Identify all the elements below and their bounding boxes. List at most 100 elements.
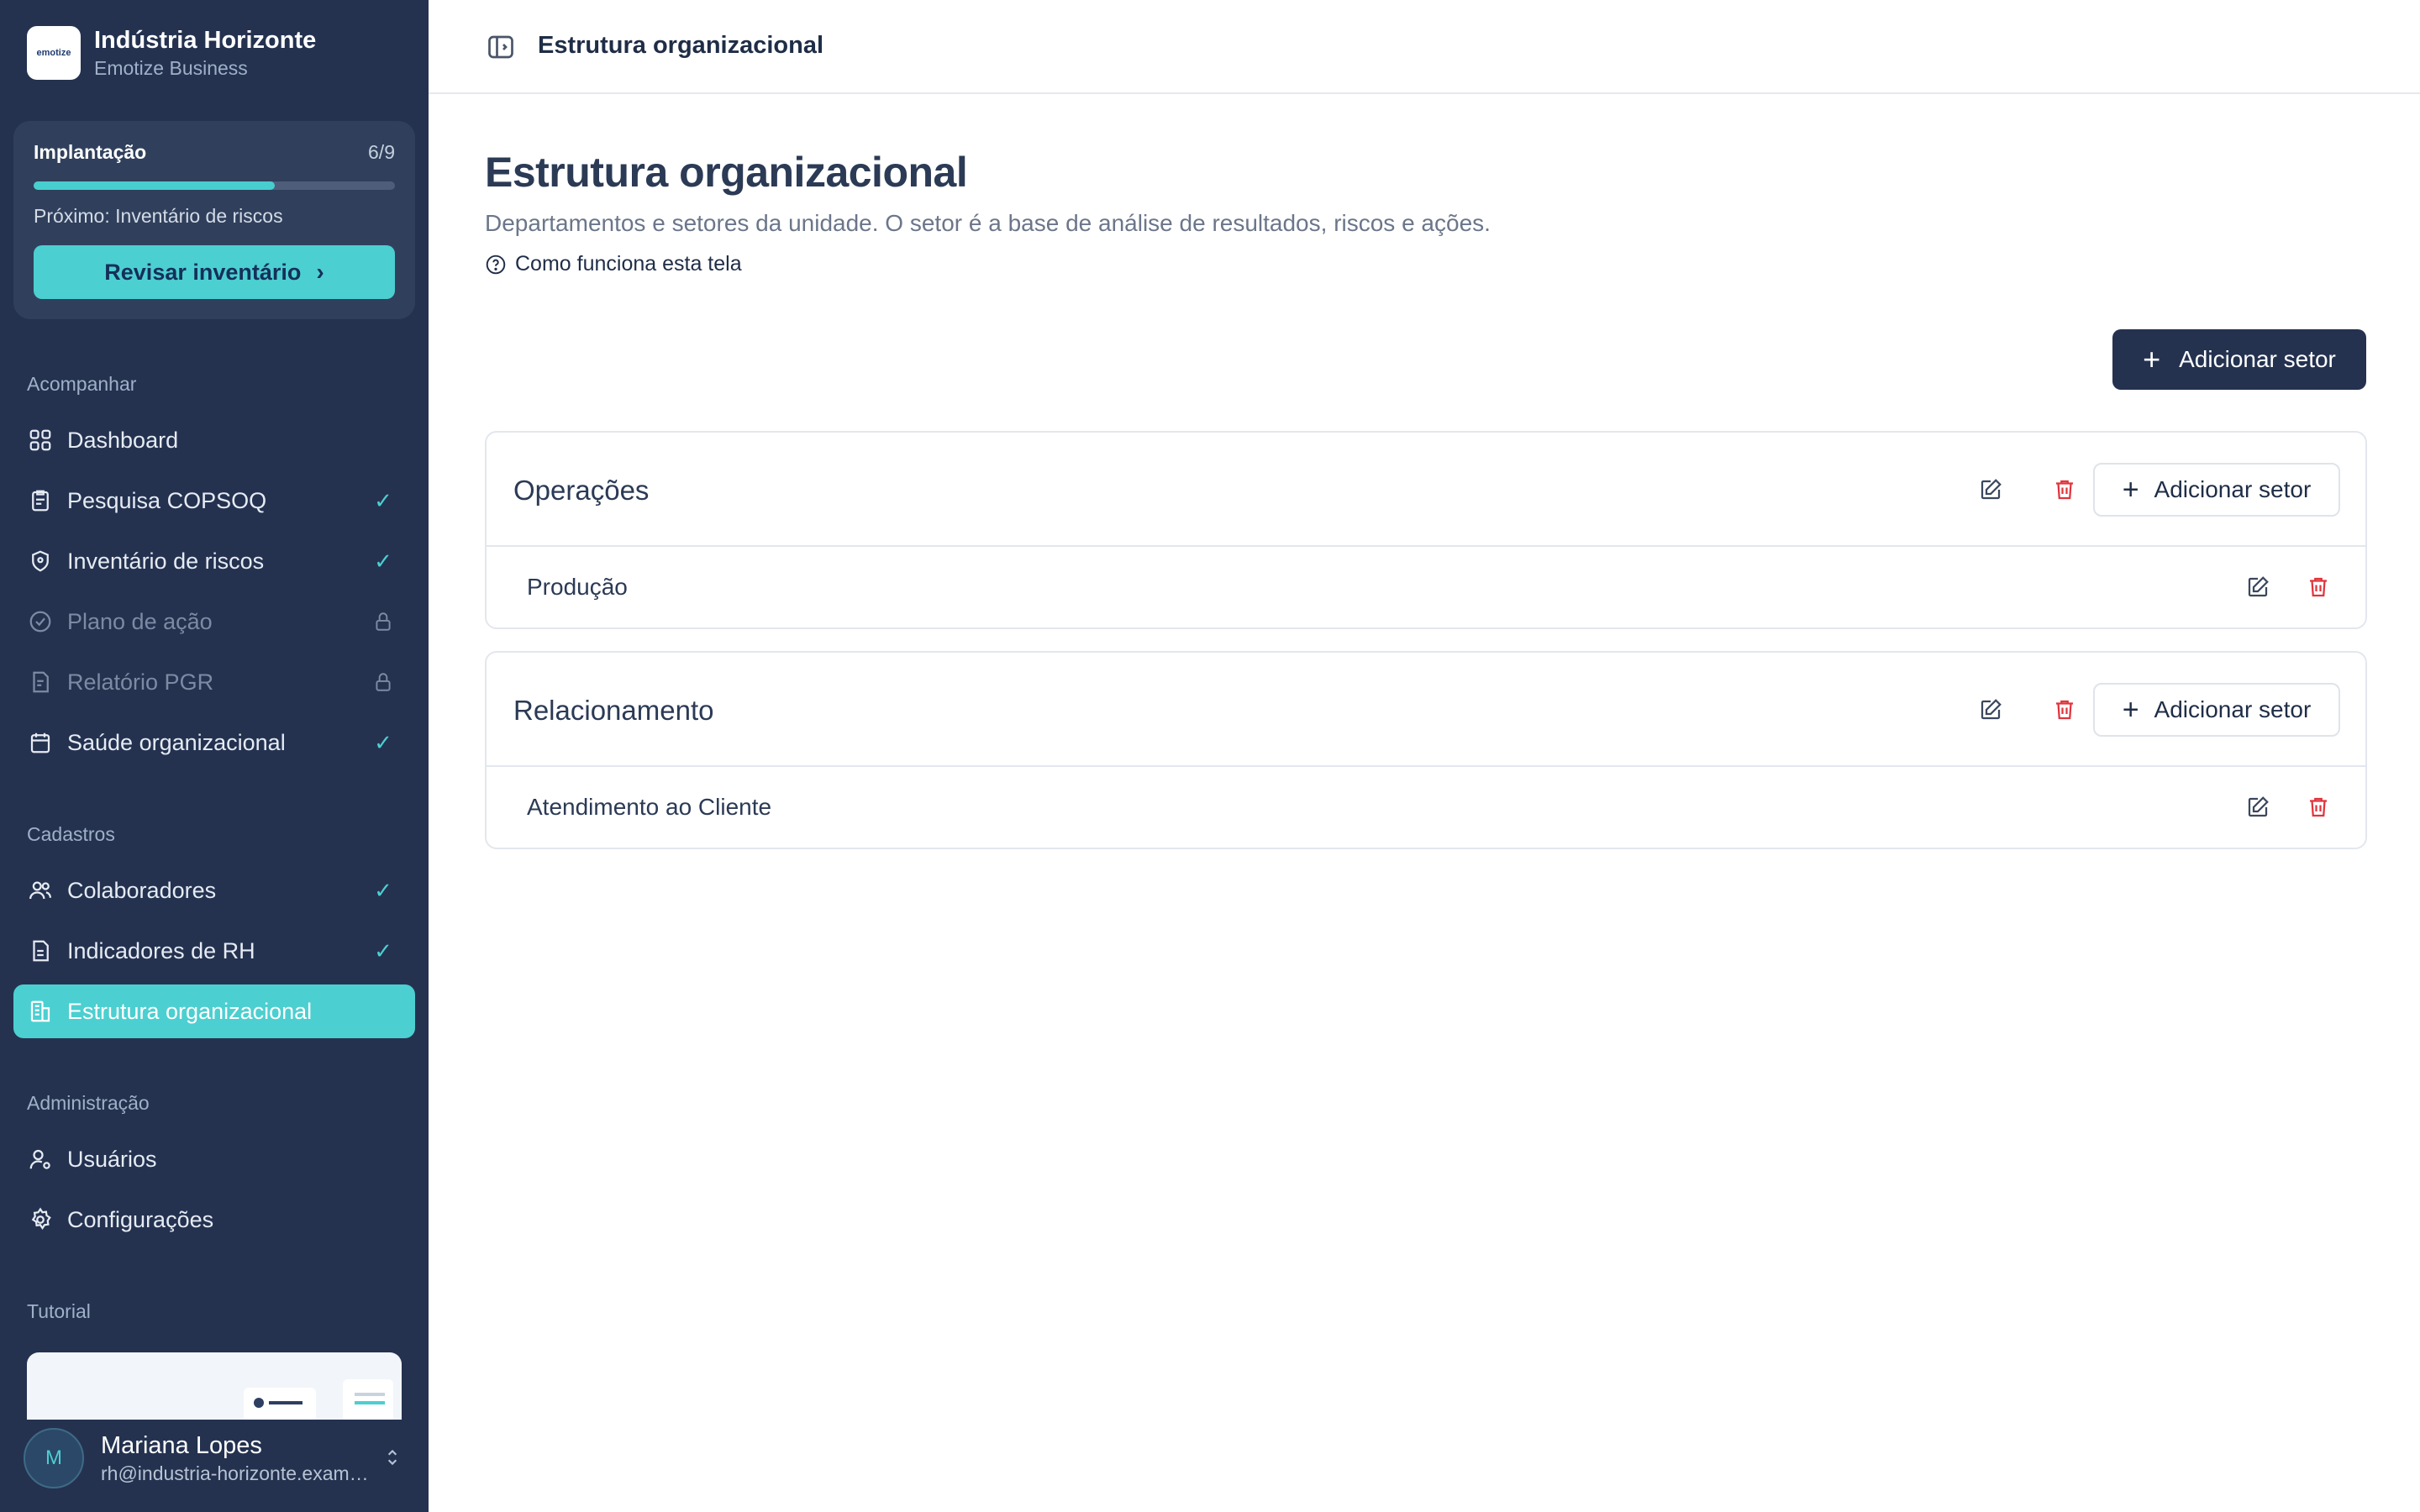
add-sector-label: Adicionar setor <box>2179 346 2336 372</box>
tutorial-thumbnail[interactable] <box>27 1352 402 1420</box>
plus-icon: + <box>2143 342 2161 376</box>
sidebar-item-label: Plano de ação <box>67 608 213 634</box>
sidebar-item-dashboard[interactable]: Dashboard <box>13 413 415 467</box>
implantacao-title: Implantação <box>34 141 147 163</box>
avatar: M <box>24 1428 84 1488</box>
check-icon: ✓ <box>374 487 392 513</box>
add-sector-label: Adicionar setor <box>2154 476 2312 502</box>
trash-icon[interactable] <box>2302 790 2335 824</box>
sidebar-item-label: Usuários <box>67 1146 157 1172</box>
sidebar-item-plano-acao[interactable]: Plano de ação <box>13 595 415 648</box>
shield-icon <box>27 548 54 575</box>
add-sector-button[interactable]: + Adicionar setor <box>2112 329 2366 390</box>
sidebar-item-label: Saúde organizacional <box>67 729 286 755</box>
topbar: Estrutura organizacional <box>429 0 2420 94</box>
clipboard-icon <box>27 487 54 514</box>
brand-logo-text: emotize <box>36 48 71 58</box>
page-description: Departamentos e setores da unidade. O se… <box>485 210 1491 236</box>
section-administracao: Administração <box>27 1092 150 1114</box>
sector-row: Atendimento ao Cliente <box>487 767 2365 848</box>
department-name: Relacionamento <box>513 695 714 726</box>
building-icon <box>27 998 54 1025</box>
sidebar-item-estrutura-organizacional[interactable]: Estrutura organizacional <box>13 984 415 1038</box>
user-gear-icon <box>27 1146 54 1173</box>
brand-subtitle: Emotize Business <box>94 57 248 79</box>
lock-icon <box>370 608 397 635</box>
sector-row: Produção <box>487 547 2365 627</box>
thumbnail-line <box>269 1401 302 1404</box>
calendar-icon <box>27 729 54 756</box>
department-name: Operações <box>513 475 650 506</box>
sidebar-item-label: Configurações <box>67 1206 214 1232</box>
brand-logo: emotize <box>27 26 81 80</box>
user-name: Mariana Lopes <box>101 1432 262 1459</box>
add-sector-label: Adicionar setor <box>2154 696 2312 722</box>
thumbnail-card <box>343 1379 393 1420</box>
edit-icon[interactable] <box>1974 473 2007 507</box>
sector-name: Atendimento ao Cliente <box>527 794 772 820</box>
check-icon: ✓ <box>374 877 392 903</box>
chevron-right-icon: › <box>316 259 324 285</box>
department-card: Relacionamento + Adicionar setor Atendim… <box>485 651 2367 849</box>
breadcrumb-title: Estrutura organizacional <box>538 32 824 59</box>
sector-name: Produção <box>527 574 628 600</box>
department-header: Operações + Adicionar setor <box>487 433 2365 547</box>
check-icon: ✓ <box>374 548 392 574</box>
implantacao-next-step: Próximo: Inventário de riscos <box>34 205 283 227</box>
implantacao-count: 6/9 <box>368 141 395 163</box>
help-link-label: Como funciona esta tela <box>515 252 742 276</box>
trash-icon[interactable] <box>2048 693 2081 727</box>
check-circle-icon <box>27 608 54 635</box>
document-icon <box>27 669 54 696</box>
implantacao-progress-bar <box>34 181 395 190</box>
sidebar-item-label: Inventário de riscos <box>67 548 265 574</box>
sidebar-item-relatorio-pgr[interactable]: Relatório PGR <box>13 655 415 709</box>
user-menu[interactable]: M Mariana Lopes rh@industria-horizonte.e… <box>24 1428 410 1488</box>
sidebar-item-configuracoes[interactable]: Configurações <box>13 1193 415 1247</box>
sidebar-item-label: Estrutura organizacional <box>67 998 313 1024</box>
trash-icon[interactable] <box>2048 473 2081 507</box>
user-email: rh@industria-horizonte.example.com <box>101 1462 370 1484</box>
check-icon: ✓ <box>374 937 392 963</box>
sidebar-item-saude-organizacional[interactable]: Saúde organizacional ✓ <box>13 716 415 769</box>
page-title: Estrutura organizacional <box>485 149 968 196</box>
section-cadastros: Cadastros <box>27 823 115 845</box>
sidebar-item-colaboradores[interactable]: Colaboradores ✓ <box>13 864 415 917</box>
gear-icon <box>27 1206 54 1233</box>
sidebar-item-pesquisa-copsoq[interactable]: Pesquisa COPSOQ ✓ <box>13 474 415 528</box>
section-tutorial: Tutorial <box>27 1300 91 1322</box>
brand[interactable]: emotize Indústria Horizonte Emotize Busi… <box>27 25 316 81</box>
sidebar-item-label: Relatório PGR <box>67 669 214 695</box>
sidebar: emotize Indústria Horizonte Emotize Busi… <box>0 0 429 1512</box>
help-circle-icon <box>485 254 507 276</box>
trash-icon[interactable] <box>2302 570 2335 604</box>
implantacao-card: Implantação 6/9 Próximo: Inventário de r… <box>13 121 415 319</box>
help-link[interactable]: Como funciona esta tela <box>485 252 742 276</box>
implantacao-progress-fill <box>34 181 275 190</box>
plus-icon: + <box>2122 474 2139 506</box>
edit-icon[interactable] <box>2241 790 2275 824</box>
plus-icon: + <box>2122 694 2139 726</box>
add-sector-to-department-button[interactable]: + Adicionar setor <box>2093 683 2340 737</box>
revisar-inventario-button[interactable]: Revisar inventário › <box>34 245 395 299</box>
department-header: Relacionamento + Adicionar setor <box>487 653 2365 767</box>
add-sector-to-department-button[interactable]: + Adicionar setor <box>2093 463 2340 517</box>
section-acompanhar: Acompanhar <box>27 373 137 395</box>
brand-name: Indústria Horizonte <box>94 27 317 54</box>
sidebar-item-indicadores-rh[interactable]: Indicadores de RH ✓ <box>13 924 415 978</box>
sidebar-item-usuarios[interactable]: Usuários <box>13 1132 415 1186</box>
chevrons-up-down-icon <box>381 1446 403 1473</box>
department-card: Operações + Adicionar setor Produção <box>485 431 2367 629</box>
edit-icon[interactable] <box>1974 693 2007 727</box>
sidebar-item-inventario-riscos[interactable]: Inventário de riscos ✓ <box>13 534 415 588</box>
file-icon <box>27 937 54 964</box>
revisar-inventario-label: Revisar inventário <box>104 259 302 285</box>
sidebar-item-label: Pesquisa COPSOQ <box>67 487 267 513</box>
users-icon <box>27 877 54 904</box>
sidebar-item-label: Indicadores de RH <box>67 937 255 963</box>
edit-icon[interactable] <box>2241 570 2275 604</box>
sidebar-item-label: Dashboard <box>67 427 179 453</box>
lock-icon <box>370 669 397 696</box>
check-icon: ✓ <box>374 729 392 755</box>
sidebar-toggle-icon[interactable] <box>486 32 516 62</box>
